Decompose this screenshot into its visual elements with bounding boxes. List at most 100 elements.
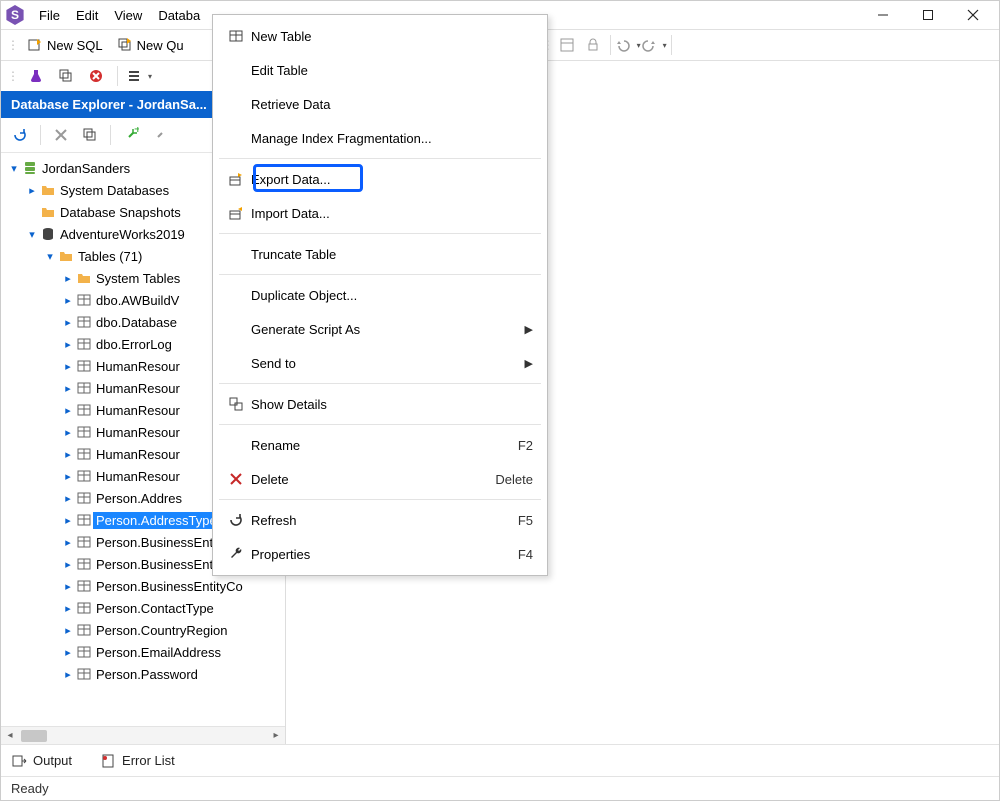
cm-refresh[interactable]: RefreshF5 [213, 503, 547, 537]
cm-export-data[interactable]: Export Data... [213, 162, 547, 196]
table-icon [75, 490, 93, 506]
undo-button[interactable]: ▾ [615, 32, 641, 58]
table-icon [75, 446, 93, 462]
delete-panel-icon[interactable] [48, 122, 74, 148]
tree-label: dbo.Database [93, 314, 180, 331]
table-icon [75, 292, 93, 308]
menu-file[interactable]: File [31, 4, 68, 27]
cm-import-data[interactable]: Import Data... [213, 196, 547, 230]
menu-database[interactable]: Databa [150, 4, 208, 27]
cm-label: Duplicate Object... [251, 288, 533, 303]
new-query-button[interactable]: New Qu [111, 34, 190, 56]
tree-label: dbo.AWBuildV [93, 292, 182, 309]
toolbar-grip: ⋮ [7, 38, 17, 52]
toolbar-grip-3: ⋮ [7, 69, 17, 83]
context-menu[interactable]: New Table Edit Table Retrieve Data Manag… [212, 14, 548, 576]
table-icon [75, 644, 93, 660]
cm-duplicate[interactable]: Duplicate Object... [213, 278, 547, 312]
details-icon [221, 396, 251, 412]
window-controls [860, 1, 995, 29]
redo-button[interactable]: ▾ [641, 32, 667, 58]
delete-icon [221, 471, 251, 487]
cm-label: Truncate Table [251, 247, 533, 262]
scroll-thumb[interactable] [21, 730, 47, 742]
cm-shortcut: Delete [495, 472, 533, 487]
tree-label: System Databases [57, 182, 172, 199]
tree-table-node[interactable]: ▸Person.Password [5, 663, 285, 685]
cm-generate-script[interactable]: Generate Script As▶ [213, 312, 547, 346]
table-icon [75, 314, 93, 330]
copy-panel-icon-2[interactable] [77, 122, 103, 148]
tree-label: Database Snapshots [57, 204, 184, 221]
cm-send-to[interactable]: Send to▶ [213, 346, 547, 380]
cm-label: Rename [251, 438, 518, 453]
tree-table-node[interactable]: ▸Person.BusinessEntityCo [5, 575, 285, 597]
cm-label: Edit Table [251, 63, 533, 78]
panel-icon[interactable] [554, 32, 580, 58]
minimize-button[interactable] [860, 1, 905, 29]
output-icon [11, 753, 27, 769]
svg-text:+: + [134, 127, 139, 136]
error-list-icon [100, 753, 116, 769]
copy-panel-icon[interactable] [53, 63, 79, 89]
tree-table-node[interactable]: ▸Person.ContactType [5, 597, 285, 619]
new-query-label: New Qu [137, 38, 184, 53]
flask-icon[interactable] [23, 63, 49, 89]
tree-label: Person.BusinessEntityCo [93, 578, 246, 595]
output-label: Output [33, 753, 72, 768]
table-icon [75, 512, 93, 528]
cm-separator [219, 158, 541, 159]
submenu-arrow-icon: ▶ [525, 357, 533, 370]
cm-retrieve-data[interactable]: Retrieve Data [213, 87, 547, 121]
cm-show-details[interactable]: Show Details [213, 387, 547, 421]
list-icon[interactable]: ▾ [126, 63, 152, 89]
table-icon [75, 424, 93, 440]
tree-label: System Tables [93, 270, 183, 287]
horizontal-scrollbar[interactable]: ◂ ▸ [1, 726, 285, 744]
table-icon [75, 402, 93, 418]
cm-edit-table[interactable]: Edit Table [213, 53, 547, 87]
cm-delete[interactable]: DeleteDelete [213, 462, 547, 496]
tree-label: HumanResour [93, 468, 183, 485]
cm-label: Import Data... [251, 206, 533, 221]
cm-manage-index[interactable]: Manage Index Fragmentation... [213, 121, 547, 155]
import-icon [221, 205, 251, 221]
tree-label: Person.ContactType [93, 600, 217, 617]
tree-label: HumanResour [93, 424, 183, 441]
maximize-button[interactable] [905, 1, 950, 29]
tree-label: dbo.ErrorLog [93, 336, 175, 353]
table-icon [75, 556, 93, 572]
cm-label: Manage Index Fragmentation... [251, 131, 533, 146]
cm-label: Show Details [251, 397, 533, 412]
cm-shortcut: F4 [518, 547, 533, 562]
tree-table-node[interactable]: ▸Person.EmailAddress [5, 641, 285, 663]
scroll-left-icon[interactable]: ◂ [1, 730, 19, 741]
lock-icon[interactable] [580, 32, 606, 58]
error-list-label: Error List [122, 753, 175, 768]
cm-truncate[interactable]: Truncate Table [213, 237, 547, 271]
cm-label: Export Data... [251, 172, 533, 187]
cm-separator [219, 383, 541, 384]
cm-rename[interactable]: RenameF2 [213, 428, 547, 462]
tree-label: Person.CountryRegion [93, 622, 231, 639]
database-icon [39, 226, 57, 242]
cm-new-table[interactable]: New Table [213, 19, 547, 53]
error-list-tab[interactable]: Error List [100, 753, 175, 769]
tree-label: HumanResour [93, 402, 183, 419]
tree-table-node[interactable]: ▸Person.CountryRegion [5, 619, 285, 641]
cm-separator [219, 274, 541, 275]
new-sql-button[interactable]: New SQL [21, 34, 109, 56]
output-tab[interactable]: Output [11, 753, 72, 769]
disconnect-icon[interactable] [147, 122, 173, 148]
stop-icon[interactable] [83, 63, 109, 89]
menu-view[interactable]: View [106, 4, 150, 27]
scroll-right-icon[interactable]: ▸ [267, 730, 285, 741]
tree-label: HumanResour [93, 380, 183, 397]
wrench-icon [221, 546, 251, 562]
cm-separator [219, 233, 541, 234]
new-connection-icon[interactable]: + [118, 122, 144, 148]
cm-properties[interactable]: PropertiesF4 [213, 537, 547, 571]
refresh-panel-icon[interactable] [7, 122, 33, 148]
menu-edit[interactable]: Edit [68, 4, 106, 27]
close-button[interactable] [950, 1, 995, 29]
